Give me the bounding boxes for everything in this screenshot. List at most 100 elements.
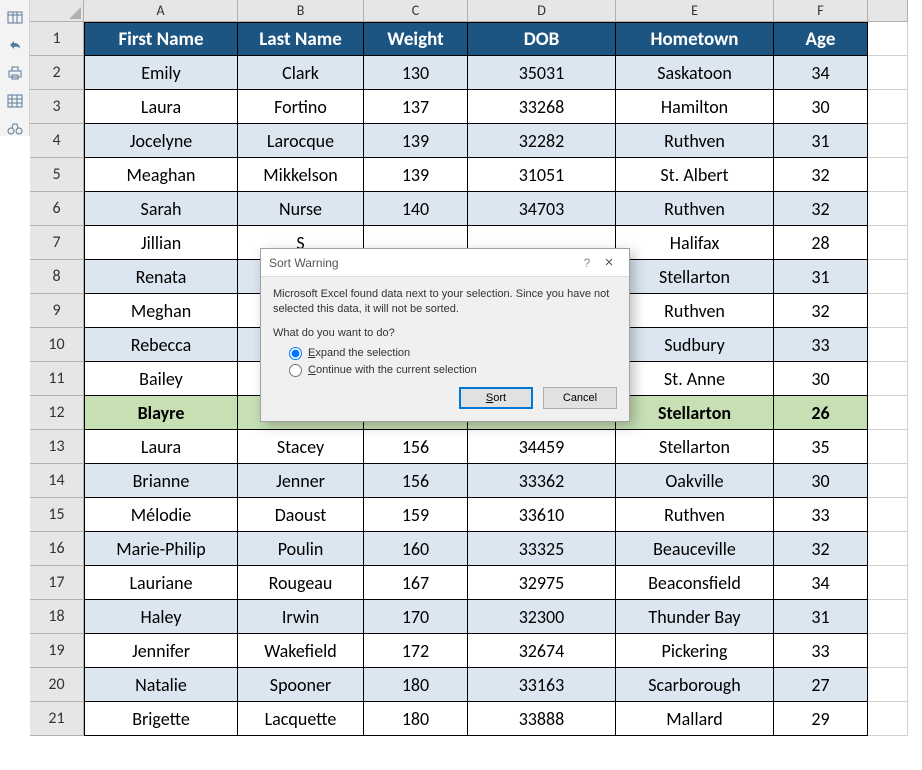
cell-b4[interactable]: Larocque [238, 124, 364, 158]
cancel-button[interactable]: Cancel [543, 387, 617, 409]
cell-a10[interactable]: Rebecca [84, 328, 238, 362]
cell-a17[interactable]: Lauriane [84, 566, 238, 600]
header-cell-last-name[interactable]: Last Name [238, 22, 364, 56]
cell-e9[interactable]: Ruthven [616, 294, 774, 328]
column-header-b[interactable]: B [238, 0, 364, 22]
cell-f10[interactable]: 33 [774, 328, 868, 362]
cell-a9[interactable]: Meghan [84, 294, 238, 328]
cell-d3[interactable]: 33268 [468, 90, 616, 124]
cell-e10[interactable]: Sudbury [616, 328, 774, 362]
cell-f7[interactable]: 28 [774, 226, 868, 260]
cell-b18[interactable]: Irwin [238, 600, 364, 634]
cell-d14[interactable]: 33362 [468, 464, 616, 498]
cell-b14[interactable]: Jenner [238, 464, 364, 498]
cell-f12[interactable]: 26 [774, 396, 868, 430]
help-icon[interactable]: ? [577, 256, 597, 270]
row-header-4[interactable]: 4 [30, 124, 84, 158]
cell-d17[interactable]: 32975 [468, 566, 616, 600]
header-cell-weight[interactable]: Weight [364, 22, 468, 56]
cell-c13[interactable]: 156 [364, 430, 468, 464]
row-header-15[interactable]: 15 [30, 498, 84, 532]
spreadsheet-grid[interactable]: ABCDEF 123456789101112131415161718192021… [30, 0, 922, 136]
row-header-5[interactable]: 5 [30, 158, 84, 192]
cell-c21[interactable]: 180 [364, 702, 468, 736]
row-header-7[interactable]: 7 [30, 226, 84, 260]
cell-c14[interactable]: 156 [364, 464, 468, 498]
cell-b6[interactable]: Nurse [238, 192, 364, 226]
cell-c5[interactable]: 139 [364, 158, 468, 192]
row-header-1[interactable]: 1 [30, 22, 84, 56]
cell-b5[interactable]: Mikkelson [238, 158, 364, 192]
row-header-14[interactable]: 14 [30, 464, 84, 498]
cell-e8[interactable]: Stellarton [616, 260, 774, 294]
expand-selection-radio[interactable] [289, 347, 302, 360]
cell-f8[interactable]: 31 [774, 260, 868, 294]
cell-d4[interactable]: 32282 [468, 124, 616, 158]
row-header-19[interactable]: 19 [30, 634, 84, 668]
header-cell-dob[interactable]: DOB [468, 22, 616, 56]
sort-button[interactable]: Sort [459, 387, 533, 409]
cell-f5[interactable]: 32 [774, 158, 868, 192]
column-header-blank[interactable] [868, 0, 908, 22]
cell-e4[interactable]: Ruthven [616, 124, 774, 158]
cell-a2[interactable]: Emily [84, 56, 238, 90]
cell-d18[interactable]: 32300 [468, 600, 616, 634]
cell-c2[interactable]: 130 [364, 56, 468, 90]
cell-c19[interactable]: 172 [364, 634, 468, 668]
cell-d16[interactable]: 33325 [468, 532, 616, 566]
row-header-12[interactable]: 12 [30, 396, 84, 430]
cell-e12[interactable]: Stellarton [616, 396, 774, 430]
continue-selection-label[interactable]: Continue with the current selection [308, 364, 477, 376]
cell-c3[interactable]: 137 [364, 90, 468, 124]
cell-a6[interactable]: Sarah [84, 192, 238, 226]
cell-a4[interactable]: Jocelyne [84, 124, 238, 158]
cell-d13[interactable]: 34459 [468, 430, 616, 464]
cell-d15[interactable]: 33610 [468, 498, 616, 532]
cell-a20[interactable]: Natalie [84, 668, 238, 702]
cell-f3[interactable]: 30 [774, 90, 868, 124]
cell-d20[interactable]: 33163 [468, 668, 616, 702]
cell-a19[interactable]: Jennifer [84, 634, 238, 668]
cell-e13[interactable]: Stellarton [616, 430, 774, 464]
cell-e14[interactable]: Oakville [616, 464, 774, 498]
dialog-titlebar[interactable]: Sort Warning ? × [261, 249, 629, 277]
cell-d5[interactable]: 31051 [468, 158, 616, 192]
cell-f19[interactable]: 33 [774, 634, 868, 668]
row-header-18[interactable]: 18 [30, 600, 84, 634]
row-header-21[interactable]: 21 [30, 702, 84, 736]
cell-c18[interactable]: 170 [364, 600, 468, 634]
cell-a11[interactable]: Bailey [84, 362, 238, 396]
column-header-d[interactable]: D [468, 0, 616, 22]
cell-d19[interactable]: 32674 [468, 634, 616, 668]
column-header-e[interactable]: E [616, 0, 774, 22]
cell-a7[interactable]: Jillian [84, 226, 238, 260]
cell-e2[interactable]: Saskatoon [616, 56, 774, 90]
cell-c6[interactable]: 140 [364, 192, 468, 226]
cell-e16[interactable]: Beauceville [616, 532, 774, 566]
cell-b16[interactable]: Poulin [238, 532, 364, 566]
cell-f2[interactable]: 34 [774, 56, 868, 90]
cell-a16[interactable]: Marie-Philip [84, 532, 238, 566]
cell-b19[interactable]: Wakefield [238, 634, 364, 668]
cell-e17[interactable]: Beaconsfield [616, 566, 774, 600]
cell-f21[interactable]: 29 [774, 702, 868, 736]
undo-icon[interactable] [7, 38, 23, 52]
cell-b20[interactable]: Spooner [238, 668, 364, 702]
row-header-13[interactable]: 13 [30, 430, 84, 464]
row-header-2[interactable]: 2 [30, 56, 84, 90]
cell-a13[interactable]: Laura [84, 430, 238, 464]
cell-e18[interactable]: Thunder Bay [616, 600, 774, 634]
binoculars-icon[interactable] [7, 122, 23, 136]
cell-e7[interactable]: Halifax [616, 226, 774, 260]
row-header-20[interactable]: 20 [30, 668, 84, 702]
close-icon[interactable]: × [597, 254, 621, 271]
header-cell-hometown[interactable]: Hometown [616, 22, 774, 56]
cell-f11[interactable]: 30 [774, 362, 868, 396]
cell-b17[interactable]: Rougeau [238, 566, 364, 600]
cell-b13[interactable]: Stacey [238, 430, 364, 464]
header-cell-age[interactable]: Age [774, 22, 868, 56]
cell-f14[interactable]: 30 [774, 464, 868, 498]
cell-c4[interactable]: 139 [364, 124, 468, 158]
cell-a5[interactable]: Meaghan [84, 158, 238, 192]
cell-e3[interactable]: Hamilton [616, 90, 774, 124]
